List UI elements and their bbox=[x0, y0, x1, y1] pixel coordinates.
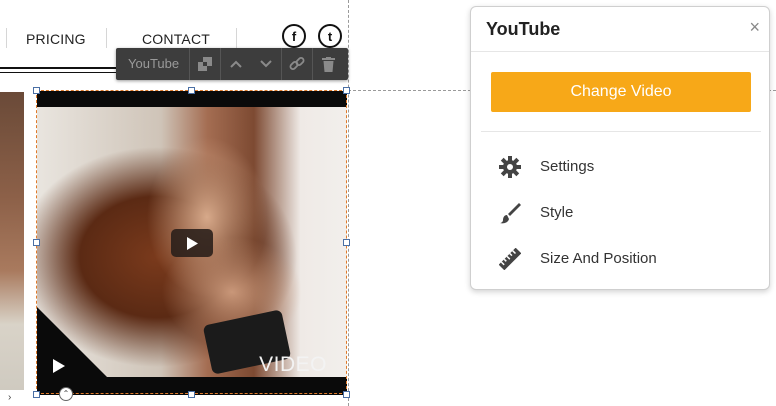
nav-divider bbox=[106, 28, 107, 48]
menu-item-size-and-position[interactable]: Size And Position bbox=[471, 238, 769, 278]
menu-item-settings[interactable]: Settings bbox=[471, 146, 769, 186]
resize-handle-n[interactable] bbox=[188, 87, 195, 94]
youtube-settings-panel: YouTube × Change Video Settings Style Si… bbox=[470, 6, 770, 290]
thumbnail-corner bbox=[37, 307, 107, 377]
menu-item-style[interactable]: Style bbox=[471, 192, 769, 232]
chevron-down-icon[interactable] bbox=[251, 48, 281, 80]
vertical-guide-line bbox=[348, 0, 349, 406]
resize-handle-e[interactable] bbox=[343, 239, 350, 246]
toolbar-title: YouTube bbox=[116, 48, 191, 80]
resize-handle-nw[interactable] bbox=[33, 87, 40, 94]
play-small-icon[interactable] bbox=[53, 359, 65, 373]
menu-label-style: Style bbox=[540, 204, 574, 221]
panel-divider bbox=[471, 51, 769, 52]
close-icon[interactable]: × bbox=[749, 17, 760, 38]
nav-divider bbox=[236, 28, 237, 48]
play-button[interactable] bbox=[171, 229, 213, 257]
play-icon bbox=[187, 236, 198, 250]
facebook-icon[interactable]: f bbox=[282, 24, 306, 48]
layers-icon[interactable] bbox=[190, 48, 220, 80]
menu-label-size-and-position: Size And Position bbox=[540, 250, 657, 267]
video-overlay-label: VIDEO bbox=[259, 353, 327, 376]
chevron-right-icon[interactable]: › bbox=[8, 392, 11, 403]
neighbor-image bbox=[0, 92, 24, 390]
nav-link-contact[interactable]: CONTACT bbox=[142, 31, 210, 47]
trash-icon[interactable] bbox=[313, 48, 343, 80]
link-icon[interactable] bbox=[282, 48, 312, 80]
menu-label-settings: Settings bbox=[540, 158, 595, 175]
resize-handle-w[interactable] bbox=[33, 239, 40, 246]
panel-title: YouTube bbox=[486, 19, 561, 39]
element-toolbar: YouTube bbox=[116, 48, 348, 80]
ruler-icon bbox=[499, 248, 521, 270]
chevron-up-icon[interactable] bbox=[221, 48, 251, 80]
nav-link-pricing[interactable]: PRICING bbox=[26, 31, 86, 47]
resize-handle-se[interactable] bbox=[343, 391, 350, 398]
gear-icon bbox=[499, 156, 521, 178]
resize-handle-s[interactable] bbox=[188, 391, 195, 398]
brush-icon bbox=[500, 203, 521, 224]
panel-divider bbox=[481, 131, 761, 132]
twitter-icon[interactable]: t bbox=[318, 24, 342, 48]
change-video-button[interactable]: Change Video bbox=[491, 72, 751, 112]
nav-divider bbox=[6, 28, 7, 48]
rotate-handle-icon[interactable]: ⌃ bbox=[59, 387, 73, 401]
youtube-video-element[interactable]: VIDEO bbox=[37, 91, 347, 395]
resize-handle-sw[interactable] bbox=[33, 391, 40, 398]
resize-handle-ne[interactable] bbox=[343, 87, 350, 94]
